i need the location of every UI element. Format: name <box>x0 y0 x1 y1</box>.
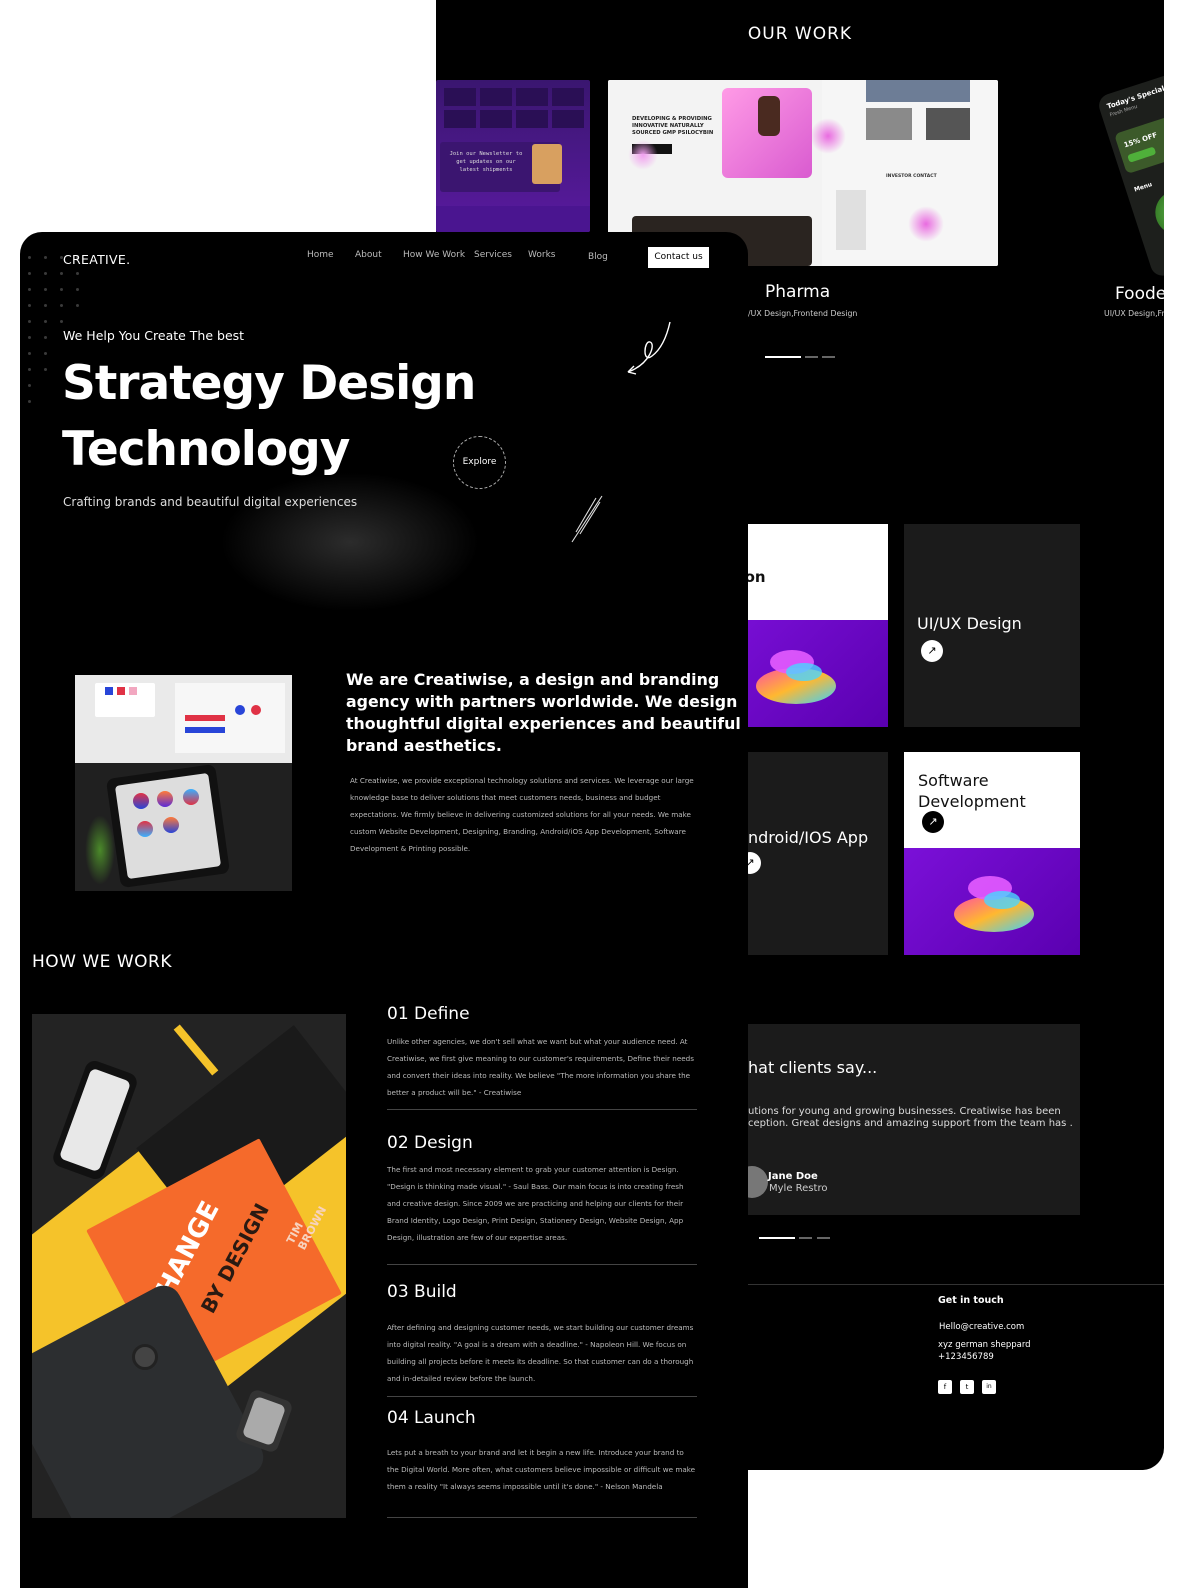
carousel-indicator-work[interactable] <box>765 356 845 359</box>
footer-email[interactable]: Hello@creative.com <box>939 1322 1024 1332</box>
mock-newsletter-text: Join our Newsletter to get updates on ou… <box>449 151 523 173</box>
nav-how-we-work[interactable]: How We Work <box>403 250 465 260</box>
project-subtitle-foode: UI/UX Design,Fr <box>1104 309 1164 318</box>
hero-eyebrow: We Help You Create The best <box>63 328 245 343</box>
testimonial-heading: hat clients say... <box>748 1058 878 1077</box>
arrow-up-right-icon[interactable]: ↗ <box>922 811 944 833</box>
step-divider <box>387 1517 697 1518</box>
hero-title-line1: Strategy Design <box>62 356 476 411</box>
mock-food-menu: Menu <box>1133 181 1154 194</box>
project-shot-food-app[interactable]: Today's Special Fresh Menu 15% OFF Menu <box>1096 64 1164 279</box>
linkedin-icon[interactable]: in <box>982 1380 996 1394</box>
hero-subtitle: Crafting brands and beautiful digital ex… <box>63 495 358 509</box>
how-we-work-image-desk: CHANGE BY DESIGN TIM BROWN <box>32 1014 346 1518</box>
abstract-3d-shape <box>752 632 842 712</box>
mock-investor-text: INVESTOR CONTACT <box>886 174 937 179</box>
project-subtitle-pharma: UI/UX Design,Frontend Design <box>740 309 858 318</box>
twitter-icon[interactable]: t <box>960 1380 974 1394</box>
nav-works[interactable]: Works <box>528 250 555 260</box>
about-image-design-workspace <box>75 675 292 891</box>
footer-heading: Get in touch <box>938 1295 1004 1306</box>
project-title-pharma[interactable]: Pharma <box>765 282 830 302</box>
how-we-work-heading: HOW WE WORK <box>32 952 172 972</box>
footer-divider <box>712 1284 1164 1285</box>
mock-pharma-headline: DEVELOPING & PROVIDING INNOVATIVE NATURA… <box>632 116 714 136</box>
service-card-label: Software Development <box>918 771 1026 811</box>
about-body: At Creatiwise, we provide exceptional te… <box>350 776 694 853</box>
footer-address: xyz german sheppard <box>938 1340 1031 1350</box>
nav-about[interactable]: About <box>355 250 382 260</box>
our-work-heading: OUR WORK <box>747 24 853 44</box>
step-title-launch: 04 Launch <box>387 1408 476 1428</box>
service-card-label: ndroid/IOS App <box>748 828 869 847</box>
service-card-software[interactable]: Software Development ↗ <box>904 752 1080 955</box>
step-body-design: The first and most necessary element to … <box>387 1165 684 1242</box>
explore-button[interactable]: Explore <box>453 436 506 489</box>
footer-phone[interactable]: +123456789 <box>938 1352 994 1362</box>
abstract-3d-shape <box>950 860 1040 946</box>
step-title-define: 01 Define <box>387 1004 470 1024</box>
arrow-up-right-icon[interactable]: ↗ <box>921 640 943 662</box>
hero-title-line2: Technology <box>62 422 350 477</box>
testimonial-quote: utions for young and growing businesses.… <box>748 1106 1073 1129</box>
service-card-label: UI/UX Design <box>917 614 1022 633</box>
step-divider <box>387 1109 697 1110</box>
facebook-icon[interactable]: f <box>938 1380 952 1394</box>
nav-services[interactable]: Services <box>474 250 512 260</box>
step-body-launch: Lets put a breath to your brand and let … <box>387 1448 696 1491</box>
step-divider <box>387 1264 697 1265</box>
front-page-mockup: CREATIVE. Home About How We Work Service… <box>20 232 748 1588</box>
step-divider <box>387 1396 697 1397</box>
testimonial-card: hat clients say... utions for young and … <box>712 1024 1080 1215</box>
step-title-build: 03 Build <box>387 1282 457 1302</box>
carousel-indicator-testimonials[interactable] <box>759 1237 839 1240</box>
nav-blog[interactable]: Blog <box>588 252 608 262</box>
project-title-foode[interactable]: Foode <box>1115 284 1164 304</box>
service-card-uiux[interactable]: UI/UX Design ↗ <box>904 524 1080 727</box>
step-body-define: Unlike other agencies, we don't sell wha… <box>387 1037 694 1097</box>
feather-pen-icon <box>566 494 606 550</box>
testimonial-company: Myle Restro <box>769 1183 828 1194</box>
project-shot-purple[interactable]: Join our Newsletter to get updates on ou… <box>436 80 590 232</box>
step-body-build: After defining and designing customer ne… <box>387 1323 694 1383</box>
step-title-design: 02 Design <box>387 1133 473 1153</box>
nav-home[interactable]: Home <box>307 250 334 260</box>
squiggle-arrow-icon <box>620 320 680 388</box>
about-headline: We are Creatiwise, a design and branding… <box>346 670 741 755</box>
testimonial-name: Jane Doe <box>768 1171 818 1182</box>
logo[interactable]: CREATIVE. <box>63 252 130 267</box>
hero-glow <box>220 472 480 612</box>
contact-us-button[interactable]: Contact us <box>648 247 709 268</box>
